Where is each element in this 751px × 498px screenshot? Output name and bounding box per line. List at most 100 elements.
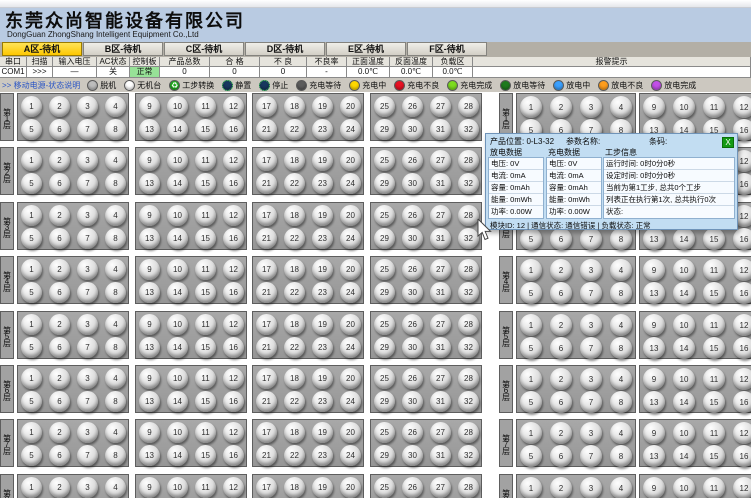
cell[interactable]: 1	[21, 205, 42, 226]
cell[interactable]: 27	[430, 477, 451, 498]
cell[interactable]: 2	[550, 259, 572, 281]
cell[interactable]: 9	[139, 150, 160, 171]
cell[interactable]: 2	[550, 368, 572, 390]
cell[interactable]: 29	[374, 282, 395, 303]
cell[interactable]: 9	[139, 96, 160, 117]
cell[interactable]: 20	[340, 477, 361, 498]
cell[interactable]: 17	[256, 205, 277, 226]
cell[interactable]: 9	[643, 422, 665, 444]
cell[interactable]: 1	[21, 96, 42, 117]
cell[interactable]: 8	[105, 119, 126, 140]
cell[interactable]: 28	[458, 205, 479, 226]
cell[interactable]: 27	[430, 259, 451, 280]
cell[interactable]: 19	[312, 150, 333, 171]
cell[interactable]: 14	[673, 391, 695, 413]
cell[interactable]: 30	[402, 445, 423, 466]
cell[interactable]: 7	[77, 445, 98, 466]
cell[interactable]: 32	[458, 445, 479, 466]
cell[interactable]: 24	[340, 391, 361, 412]
legend-toggle-link[interactable]: >> 移动电源-状态说明	[2, 80, 80, 91]
cell[interactable]: 11	[703, 477, 725, 498]
cell[interactable]: 8	[610, 445, 632, 467]
cell[interactable]: 4	[105, 259, 126, 280]
cell[interactable]: 16	[223, 119, 244, 140]
cell[interactable]: 31	[430, 337, 451, 358]
cell[interactable]: 8	[105, 282, 126, 303]
cell[interactable]: 5	[21, 228, 42, 249]
cell[interactable]: 5	[21, 337, 42, 358]
cell[interactable]: 6	[49, 445, 70, 466]
cell[interactable]: 25	[374, 150, 395, 171]
cell[interactable]: 31	[430, 173, 451, 194]
cell[interactable]: 28	[458, 314, 479, 335]
cell[interactable]: 15	[703, 445, 725, 467]
cell[interactable]: 12	[223, 368, 244, 389]
cell[interactable]: 11	[703, 422, 725, 444]
cell[interactable]: 10	[167, 477, 188, 498]
cell[interactable]: 1	[21, 314, 42, 335]
cell[interactable]: 5	[520, 337, 542, 359]
cell[interactable]: 2	[550, 314, 572, 336]
cell[interactable]: 10	[167, 314, 188, 335]
cell[interactable]: 18	[284, 96, 305, 117]
cell[interactable]: 4	[105, 477, 126, 498]
cell[interactable]: 19	[312, 314, 333, 335]
cell[interactable]: 27	[430, 314, 451, 335]
cell[interactable]: 19	[312, 96, 333, 117]
cell[interactable]: 11	[195, 205, 216, 226]
cell[interactable]: 10	[673, 96, 695, 118]
cell[interactable]: 9	[139, 205, 160, 226]
cell[interactable]: 6	[49, 282, 70, 303]
cell[interactable]: 2	[49, 150, 70, 171]
cell[interactable]: 13	[139, 282, 160, 303]
cell[interactable]: 6	[49, 119, 70, 140]
cell[interactable]: 17	[256, 314, 277, 335]
tab-zone-A[interactable]: A区-待机	[2, 42, 82, 56]
cell[interactable]: 11	[195, 150, 216, 171]
cell[interactable]: 6	[550, 228, 572, 250]
tab-zone-E[interactable]: E区-待机	[326, 42, 406, 56]
cell[interactable]: 25	[374, 205, 395, 226]
cell[interactable]: 32	[458, 337, 479, 358]
cell[interactable]: 15	[195, 337, 216, 358]
cell[interactable]: 8	[610, 391, 632, 413]
cell[interactable]: 24	[340, 445, 361, 466]
cell[interactable]: 23	[312, 391, 333, 412]
cell[interactable]: 12	[733, 259, 751, 281]
cell[interactable]: 9	[139, 259, 160, 280]
cell[interactable]: 31	[430, 445, 451, 466]
cell[interactable]: 29	[374, 445, 395, 466]
cell[interactable]: 32	[458, 391, 479, 412]
cell[interactable]: 1	[520, 96, 542, 118]
cell[interactable]: 9	[139, 314, 160, 335]
cell[interactable]: 12	[733, 96, 751, 118]
cell[interactable]: 20	[340, 422, 361, 443]
cell[interactable]: 11	[703, 259, 725, 281]
cell[interactable]: 7	[77, 391, 98, 412]
cell[interactable]: 21	[256, 337, 277, 358]
cell[interactable]: 13	[643, 391, 665, 413]
cell[interactable]: 14	[167, 445, 188, 466]
cell[interactable]: 11	[195, 96, 216, 117]
cell[interactable]: 31	[430, 228, 451, 249]
cell[interactable]: 24	[340, 337, 361, 358]
cell[interactable]: 6	[49, 228, 70, 249]
cell[interactable]: 14	[673, 337, 695, 359]
cell[interactable]: 11	[195, 422, 216, 443]
cell[interactable]: 12	[223, 314, 244, 335]
cell[interactable]: 30	[402, 282, 423, 303]
cell[interactable]: 16	[733, 228, 751, 250]
cell[interactable]: 1	[21, 259, 42, 280]
cell[interactable]: 24	[340, 228, 361, 249]
cell[interactable]: 2	[49, 96, 70, 117]
cell[interactable]: 20	[340, 96, 361, 117]
cell[interactable]: 32	[458, 228, 479, 249]
cell[interactable]: 14	[167, 391, 188, 412]
cell[interactable]: 14	[673, 445, 695, 467]
cell[interactable]: 11	[703, 96, 725, 118]
cell[interactable]: 15	[195, 119, 216, 140]
cell[interactable]: 16	[733, 282, 751, 304]
cell[interactable]: 3	[580, 422, 602, 444]
cell[interactable]: 18	[284, 422, 305, 443]
cell[interactable]: 21	[256, 119, 277, 140]
